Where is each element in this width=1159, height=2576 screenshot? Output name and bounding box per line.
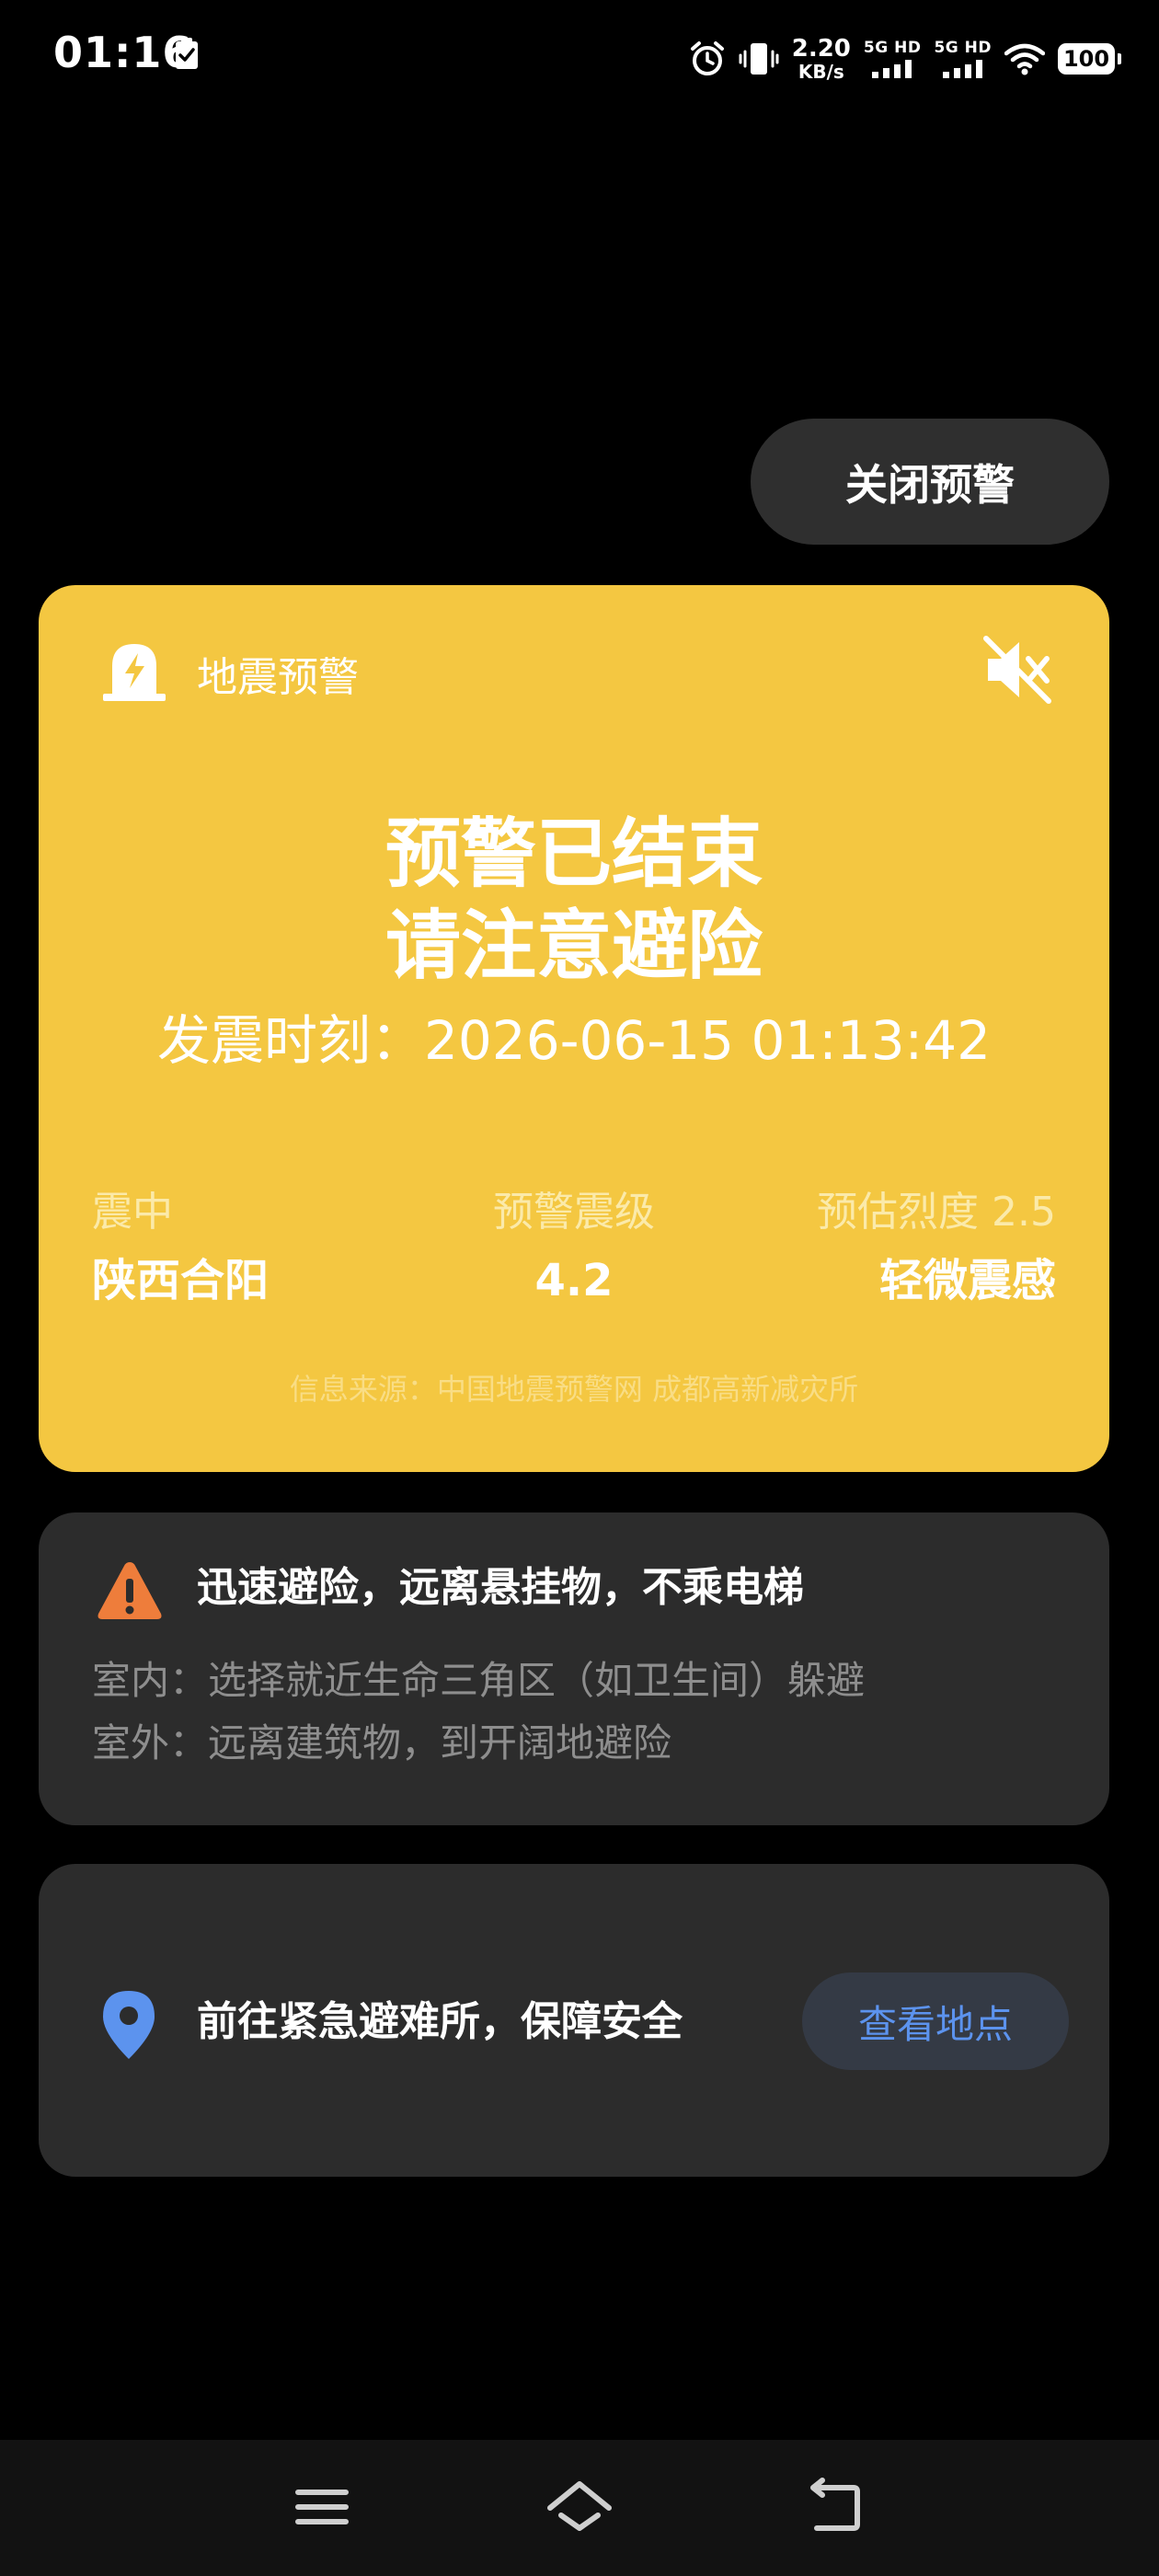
intensity-label: 预估烈度 2.5 [817, 1189, 1056, 1236]
info-source: 信息来源：中国地震预警网 成都高新减灾所 [289, 1372, 859, 1407]
magnitude-value: 4.2 [534, 1255, 614, 1306]
alert-headline-line2: 请注意避险 [384, 903, 763, 990]
mute-icon[interactable] [981, 633, 1054, 707]
close-alert-button[interactable]: 关闭预警 [751, 419, 1109, 545]
magnitude-label: 预警震级 [493, 1189, 655, 1236]
earthquake-alert-card: 地震预警 预警已结束 请注意避险 发震时刻：2026-06-15 01:13:4… [39, 585, 1109, 1472]
alert-headline-line1: 预警已结束 [384, 811, 763, 898]
epicenter-info: 震中 陕西合阳 [92, 1189, 270, 1306]
menu-icon[interactable] [285, 2475, 359, 2539]
earthquake-siren-icon [103, 644, 166, 701]
wifi-icon [1004, 43, 1045, 75]
sim2-signal: 5G HD [934, 40, 992, 78]
safety-advice-card: 迅速避险，远离悬挂物，不乘电梯 室内：选择就近生命三角区（如卫生间）躲避 室外：… [39, 1512, 1109, 1825]
navigation-bar [0, 2440, 1159, 2576]
epicenter-label: 震中 [92, 1189, 173, 1236]
sim2-label: 5G HD [934, 38, 992, 57]
sim1-signal: 5G HD [864, 40, 922, 78]
network-speed: 2.20 KB/s [792, 37, 851, 81]
signal-bars-icon [942, 59, 982, 78]
occurrence-time: 发震时刻：2026-06-15 01:13:42 [157, 1009, 991, 1072]
vibrate-icon [739, 43, 779, 75]
status-time: 01:16 [53, 28, 193, 77]
advice-outdoor: 室外：远离建筑物，到开阔地避险 [92, 1720, 672, 1765]
warning-icon [98, 1562, 162, 1619]
alarm-clock-icon [690, 41, 724, 75]
shelter-card: 前往紧急避难所，保障安全 查看地点 [39, 1864, 1109, 2177]
status-bar: 01:16 2.20 KB/s 5G HD 5G HD 100 [0, 0, 1159, 120]
epicenter-value: 陕西合阳 [92, 1255, 270, 1306]
advice-title: 迅速避险，远离悬挂物，不乘电梯 [197, 1564, 804, 1611]
status-icons: 2.20 KB/s 5G HD 5G HD 100 [689, 33, 1121, 85]
battery-indicator: 100 [1058, 43, 1121, 75]
clipboard-check-icon [176, 38, 198, 69]
signal-bars-icon [872, 59, 912, 78]
shelter-text: 前往紧急避难所，保障安全 [197, 1998, 683, 2045]
location-pin-icon [103, 1991, 155, 2059]
back-icon[interactable] [800, 2475, 874, 2539]
magnitude-info: 预警震级 4.2 [436, 1189, 712, 1306]
intensity-info: 预估烈度 2.5 轻微震感 [817, 1189, 1056, 1306]
intensity-value: 轻微震感 [878, 1255, 1056, 1306]
alert-title: 地震预警 [197, 654, 359, 701]
home-icon[interactable] [543, 2475, 616, 2539]
advice-indoor: 室内：选择就近生命三角区（如卫生间）躲避 [92, 1658, 866, 1703]
speed-value: 2.20 [791, 35, 851, 63]
sim1-label: 5G HD [863, 38, 922, 57]
speed-unit: KB/s [798, 61, 844, 83]
view-location-button[interactable]: 查看地点 [802, 1972, 1069, 2070]
